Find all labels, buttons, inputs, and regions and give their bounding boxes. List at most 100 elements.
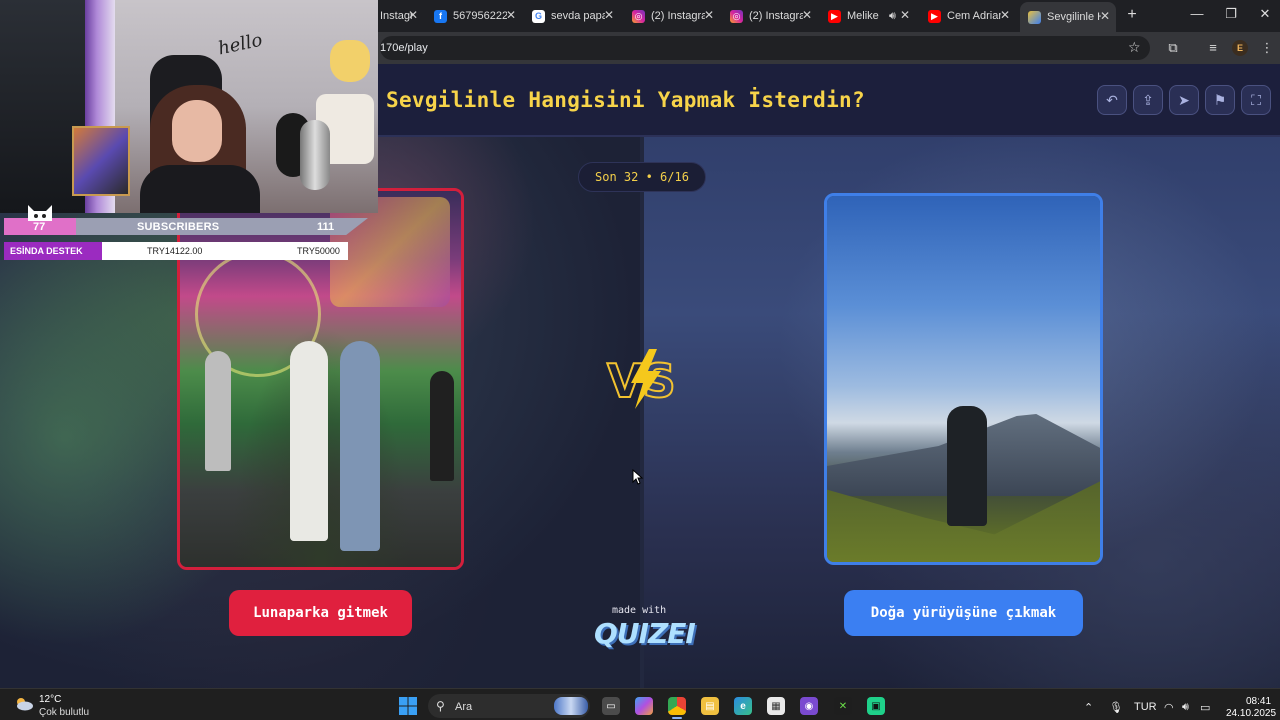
wifi-icon[interactable]: ◠ [1164,701,1174,714]
instagram-icon: ◎ [632,9,645,23]
subscriber-label: SUBSCRIBERS [137,221,220,233]
restore-icon[interactable]: ❐ [1216,6,1246,22]
photo-couple [947,406,987,526]
address-bar[interactable] [380,36,1150,60]
left-choice-button[interactable]: Lunaparka gitmek [229,590,412,636]
close-tab-icon[interactable]: ✕ [802,8,812,22]
photo-person [205,351,231,471]
photo-person [430,371,454,481]
tab-title: sevda papa [551,10,605,22]
search-highlight-image [554,697,588,715]
new-tab-button[interactable]: + [1122,6,1142,24]
donation-goal: TRY50000 [297,246,340,256]
tab-title: 567956222 [453,10,507,22]
close-tab-icon[interactable]: ✕ [408,8,418,22]
clock-time[interactable]: 08:41 [1246,696,1271,707]
wall-hello-sign: hello [216,29,265,60]
browser-tab[interactable]: ▶ Cem Adrian ✕ [920,4,1016,28]
browser-tab[interactable]: ◎ (2) Instagram ✕ [722,4,818,28]
cat-mascot-icon [28,205,52,221]
task-view-icon[interactable]: ▭ [602,697,620,715]
store-icon[interactable]: ▦ [767,697,785,715]
close-tab-icon[interactable]: ✕ [604,8,614,22]
quiz-title: Sevgilinle Hangisini Yapmak İsterdin? [386,88,865,112]
copilot-icon[interactable] [635,697,653,715]
webcam-sticker [330,40,370,82]
photo-person [290,341,328,541]
tab-title: Cem Adrian [947,10,1001,22]
cloud-weather-icon[interactable] [14,695,34,711]
clock-date[interactable]: 24.10.2025 [1226,708,1276,719]
minimize-icon[interactable]: — [1182,6,1212,21]
screen: Instagra ✕ f 567956222 ✕ G sevda papa ✕ … [0,0,1280,720]
browser-tab[interactable]: ◎ (2) Instagram ✕ [624,4,720,28]
google-icon: G [532,9,545,23]
webcam-microphone [300,120,330,190]
photo-person [340,341,380,551]
tab-title: Melike [847,10,879,22]
share-button[interactable]: ⇪ [1133,85,1163,115]
round-progress-badge: Son 32 • 6/16 [578,162,706,192]
tab-title: (2) Instagram [651,10,705,22]
mouse-cursor-icon [632,469,644,485]
youtube-icon: ▶ [828,9,841,23]
browser-tab[interactable]: G sevda papa ✕ [524,4,620,28]
subscriber-current: 77 [33,221,46,233]
extensions-icon[interactable]: ⧉ [1164,40,1182,56]
search-placeholder[interactable]: Ara [455,701,472,713]
send-icon: ➤ [1178,91,1190,108]
file-explorer-icon[interactable]: ▤ [701,697,719,715]
flag-icon: ⚑ [1213,91,1227,108]
close-tab-icon[interactable]: ✕ [900,8,910,22]
quizei-icon [1028,10,1041,24]
edge-icon[interactable]: e [734,697,752,715]
tab-title: (2) Instagram [749,10,803,22]
weather-condition[interactable]: Çok bulutlu [39,707,89,718]
browser-tab[interactable]: ▶ Melike 🔊︎ ✕ [820,4,916,28]
close-tab-icon[interactable]: ✕ [506,8,516,22]
close-window-icon[interactable]: ✕ [1250,6,1280,22]
report-button[interactable]: ⚑ [1205,85,1235,115]
xbox-icon[interactable]: ✕ [834,697,852,715]
undo-icon: ↶ [1106,91,1118,108]
microphone-icon[interactable]: 🎙︎ [1109,701,1123,714]
share-icon: ⇪ [1142,91,1154,108]
close-tab-icon[interactable]: ✕ [1100,9,1110,23]
youtube-icon: ▶ [928,9,941,23]
more-menu-icon[interactable]: ⋮ [1258,40,1276,56]
url-text[interactable]: 170e/play [380,42,428,54]
chrome-icon[interactable] [668,697,686,719]
tray-overflow-icon[interactable]: ⌃ [1084,701,1093,714]
browser-tab[interactable]: f 567956222 ✕ [426,4,522,28]
keyboard-language[interactable]: TUR [1134,701,1157,713]
browser-tab-active[interactable]: Sevgilinle Hangisini ✕ [1020,2,1116,32]
battery-icon[interactable]: ▭ [1200,701,1210,714]
windows-start-icon[interactable] [399,697,417,715]
vs-lightning-icon: VS [606,349,677,409]
send-button[interactable]: ➤ [1169,85,1199,115]
undo-button[interactable]: ↶ [1097,85,1127,115]
right-choice-image[interactable] [824,193,1103,565]
weather-temperature[interactable]: 12°C [39,694,61,705]
subscriber-goal: 111 [317,221,335,233]
donation-label: ESİNDA DESTEK [4,242,102,260]
webcam-painting [72,126,130,196]
profile-avatar[interactable]: E [1232,40,1248,56]
speaker-icon[interactable]: 🔊︎ [889,10,896,23]
fullscreen-button[interactable]: ⛶ [1241,85,1271,115]
instagram-icon: ◎ [730,9,743,23]
donation-current: TRY14122.00 [147,246,203,256]
right-choice-button[interactable]: Doğa yürüyüşüne çıkmak [844,590,1083,636]
twitch-app-icon[interactable]: ◉ [800,697,818,715]
close-tab-icon[interactable]: ✕ [704,8,714,22]
chat-app-icon[interactable]: ▣ [867,697,885,715]
media-controls-icon[interactable]: ≡ [1204,40,1222,55]
close-tab-icon[interactable]: ✕ [1000,8,1010,22]
tab-title: Sevgilinle Hangisini [1047,11,1101,23]
quizei-logo[interactable]: QUIZEI [594,617,696,650]
webcam-overlay: hello [0,0,378,213]
search-icon: ⚲ [436,699,445,713]
volume-icon[interactable]: 🔊︎ [1182,701,1189,714]
browser-tab[interactable]: Instagra ✕ [372,4,424,28]
bookmark-star-icon[interactable]: ☆ [1128,39,1141,56]
